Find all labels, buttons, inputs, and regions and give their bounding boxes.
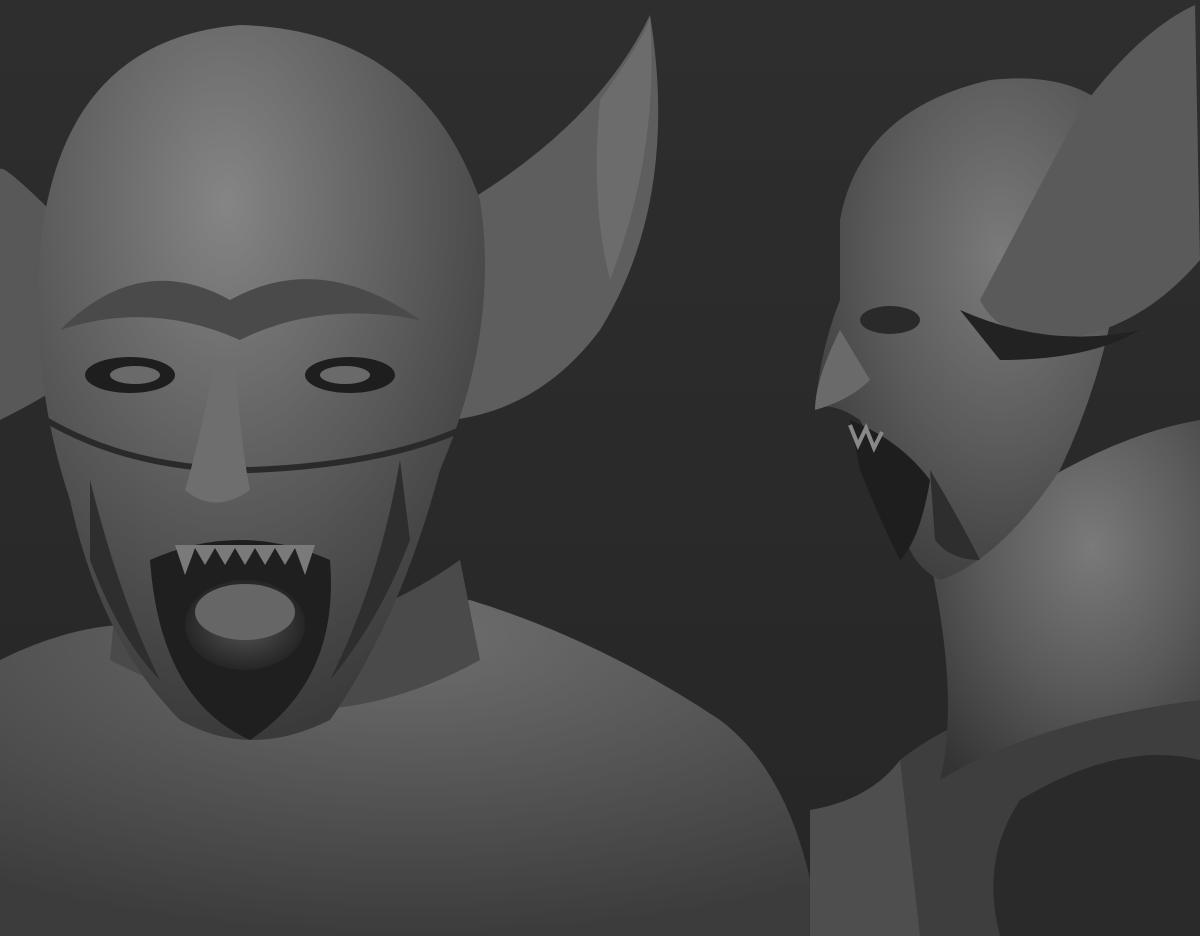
front-tongue [195, 584, 295, 640]
sculpt-canvas [0, 0, 1200, 936]
front-eye-left-lid [110, 366, 160, 384]
side-eye [860, 306, 920, 334]
front-eye-right-lid [320, 366, 370, 384]
sculpt-viewport [0, 0, 1200, 936]
